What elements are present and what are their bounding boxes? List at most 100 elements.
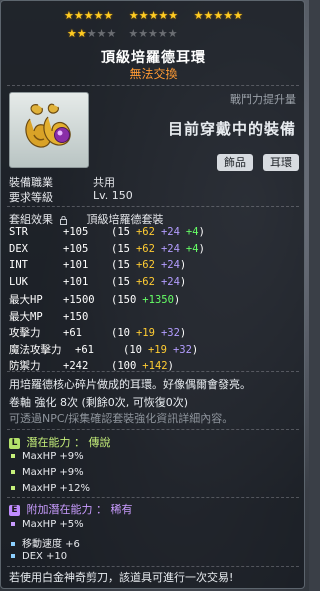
equipped-indicator: 目前穿戴中的裝備 — [167, 120, 296, 138]
additional-potential-line: 移動速度 +6 — [11, 535, 80, 550]
stat-bonus-purple: +24 — [160, 259, 180, 271]
bullet-icon — [11, 554, 15, 558]
item-description: 用培羅德核心碎片做成的耳環。好像偶爾會發亮。 — [9, 378, 251, 391]
item-icon-frame — [9, 92, 89, 168]
additional-potential-line: MaxHP +5% — [11, 519, 84, 530]
star-force-row-1: ★★★★★ ★★★★★ ★★★★★ — [1, 10, 306, 22]
stat-name: 魔法攻擊力 — [9, 343, 62, 356]
stat-name: LUK — [9, 275, 28, 288]
potential-header: L 潛在能力 ： 傳說 — [9, 434, 111, 450]
divider — [7, 206, 299, 207]
stat-bonus-gold: +19 — [135, 327, 155, 339]
stat-name: INT — [9, 259, 28, 271]
bullet-icon — [11, 454, 15, 458]
stat-base: (150 — [111, 294, 137, 306]
star-force-row-2: ★★★★★ ★★★★★ — [67, 28, 178, 40]
stat-total: +1500 — [63, 294, 95, 306]
divider — [7, 429, 299, 430]
stat-bonus-gold: +62 — [135, 242, 155, 255]
item-tooltip: ★★★★★ ★★★★★ ★★★★★ ★★★★★ ★★★★★ 頂級培羅德耳環 無法交… — [0, 0, 305, 589]
stat-base: (15 — [111, 275, 130, 288]
potential-line: MaxHP +9% — [11, 467, 84, 478]
lock-icon — [59, 215, 67, 225]
stat-close: ) — [179, 275, 187, 288]
required-level-label: 要求等級 — [9, 191, 53, 204]
star-group-2: ★★★★★ — [129, 10, 178, 22]
stat-name: 攻擊力 — [9, 327, 41, 339]
stat-total: +150 — [63, 310, 89, 323]
additional-potential-value: DEX +10 — [22, 551, 68, 562]
required-job-value: 共用 — [93, 176, 115, 189]
potential-line: MaxHP +9% — [11, 451, 84, 462]
stat-close: ) — [179, 327, 187, 339]
divider — [7, 85, 299, 86]
potential-value: MaxHP +12% — [22, 483, 91, 494]
set-effect-row[interactable]: 套組效果 頂級培羅德套裝 — [9, 211, 164, 227]
stat-bonus-gold: +62 — [135, 226, 155, 238]
stat-total: +61 — [75, 343, 94, 356]
required-level-value: Lv. 150 — [93, 189, 133, 202]
additional-potential-header: E 附加潛在能力 ： 稀有 — [9, 501, 133, 517]
stat-row: LUK +101 (15 +62 +24) — [9, 276, 186, 292]
category-tag-earring: 耳環 — [263, 154, 299, 171]
required-job-label: 裝備職業 — [9, 176, 53, 189]
required-level-row: 要求等級 Lv. 150 — [9, 189, 133, 205]
stat-bonus-green: +1350 — [142, 294, 174, 306]
stat-row: 魔法攻擊力 +61 (10 +19 +32) — [9, 342, 198, 358]
stat-total: +61 — [63, 327, 82, 339]
item-name: 頂級培羅德耳環 — [101, 50, 206, 66]
stat-bonus-gold: +62 — [135, 275, 155, 288]
stat-name: STR — [9, 226, 28, 238]
stat-bonus-purple: +24 — [160, 275, 180, 288]
potential-label: 潛在能力 — [26, 436, 71, 449]
bullet-icon — [11, 486, 15, 490]
set-effect-name: 頂級培羅德套裝 — [86, 213, 164, 226]
bullet-icon — [11, 542, 15, 546]
stat-row: DEX +105 (15 +62 +24 +4) — [9, 243, 205, 259]
stat-close: ) — [179, 259, 187, 271]
potential-separator: ： — [74, 436, 85, 449]
stat-base: (15 — [111, 226, 130, 238]
stat-row: 最大MP +150 — [9, 309, 111, 325]
star-icon: ★★★★★ — [193, 9, 243, 22]
stat-base: (10 — [123, 343, 142, 356]
stat-row: INT +101 (15 +62 +24) — [9, 259, 186, 275]
trade-status: 無法交換 — [129, 67, 178, 81]
stat-bonus-purple: +24 — [160, 242, 180, 255]
potential-value: MaxHP +9% — [22, 451, 84, 462]
stat-row: 最大HP +1500 (150 +1350) — [9, 292, 180, 308]
additional-potential-label: 附加潛在能力 — [26, 503, 93, 516]
stat-total: +105 — [63, 242, 89, 255]
stat-base: (15 — [111, 242, 130, 255]
star-empty-icon: ★★★ — [86, 27, 117, 40]
divider — [7, 371, 299, 372]
stat-bonus-purple: +32 — [172, 343, 192, 356]
combat-power-label: 戰鬥力提升量 — [230, 93, 296, 106]
additional-potential-value: MaxHP +5% — [22, 519, 84, 530]
stat-close: ) — [191, 343, 199, 356]
earring-icon — [25, 103, 71, 148]
stat-total: +101 — [63, 275, 89, 288]
stat-row: 攻擊力 +61 (10 +19 +32) — [9, 325, 186, 341]
star-icon: ★★★★★ — [64, 9, 114, 22]
stat-bonus-green: +4 — [185, 226, 199, 238]
potential-value: MaxHP +9% — [22, 467, 84, 478]
bullet-icon — [11, 522, 15, 526]
stat-total: +101 — [63, 259, 89, 271]
stat-close: ) — [198, 242, 205, 255]
stat-close: ) — [198, 226, 205, 238]
stat-bonus-gold: +19 — [147, 343, 167, 356]
stat-bonus-purple: +32 — [160, 327, 180, 339]
divider — [7, 497, 299, 498]
additional-potential-value: 移動速度 +6 — [22, 539, 80, 550]
stat-row: STR +105 (15 +62 +24 +4) — [9, 226, 205, 242]
stat-bonus-purple: +24 — [160, 226, 180, 238]
stat-bonus-green: +4 — [185, 242, 199, 255]
stat-bonus-gold: +62 — [135, 259, 155, 271]
star-icon: ★★★★★ — [128, 9, 179, 22]
epic-badge-icon: E — [9, 504, 20, 516]
scroll-upgrade-info: 卷軸 強化 8次 (剩餘0次, 可恢復0次) — [9, 396, 189, 409]
bullet-icon — [11, 470, 15, 474]
set-enhance-note: 可透過NPC/採集確認套裝強化資訊詳細內容。 — [9, 412, 234, 425]
additional-potential-separator: ： — [96, 503, 107, 516]
